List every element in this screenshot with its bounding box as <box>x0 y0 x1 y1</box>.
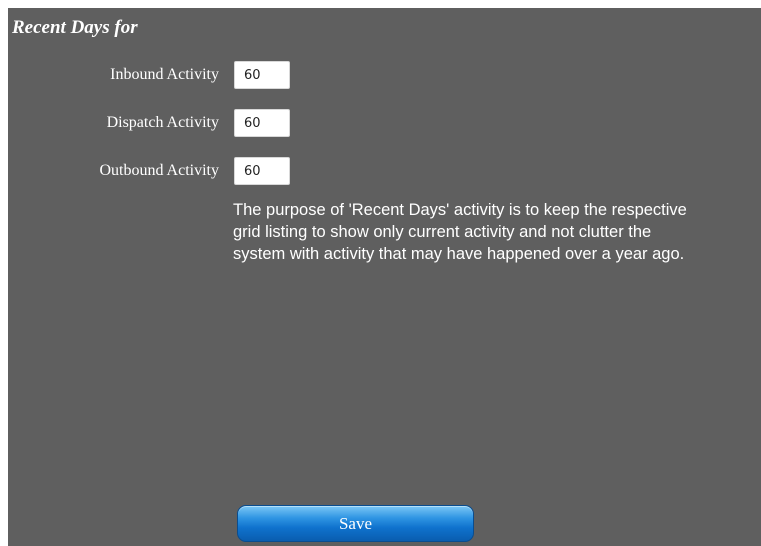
description-line: system with activity that may have happe… <box>233 245 685 263</box>
inbound-activity-row: Inbound Activity <box>8 61 308 89</box>
dispatch-activity-input[interactable] <box>234 109 290 137</box>
recent-days-panel: Recent Days for Inbound Activity Dispatc… <box>8 8 761 546</box>
dispatch-activity-label: Dispatch Activity <box>106 114 219 131</box>
section-title: Recent Days for <box>12 17 138 38</box>
description-line: grid listing to show only current activi… <box>233 223 652 241</box>
outbound-activity-input[interactable] <box>234 157 290 185</box>
inbound-activity-label: Inbound Activity <box>110 66 219 83</box>
recent-days-description: The purpose of 'Recent Days' activity is… <box>233 199 761 265</box>
outbound-activity-row: Outbound Activity <box>8 157 308 185</box>
dispatch-activity-row: Dispatch Activity <box>8 109 308 137</box>
outbound-activity-label: Outbound Activity <box>99 162 219 179</box>
inbound-activity-input[interactable] <box>234 61 290 89</box>
save-button[interactable]: Save <box>237 505 474 542</box>
description-line: The purpose of 'Recent Days' activity is… <box>233 201 687 219</box>
